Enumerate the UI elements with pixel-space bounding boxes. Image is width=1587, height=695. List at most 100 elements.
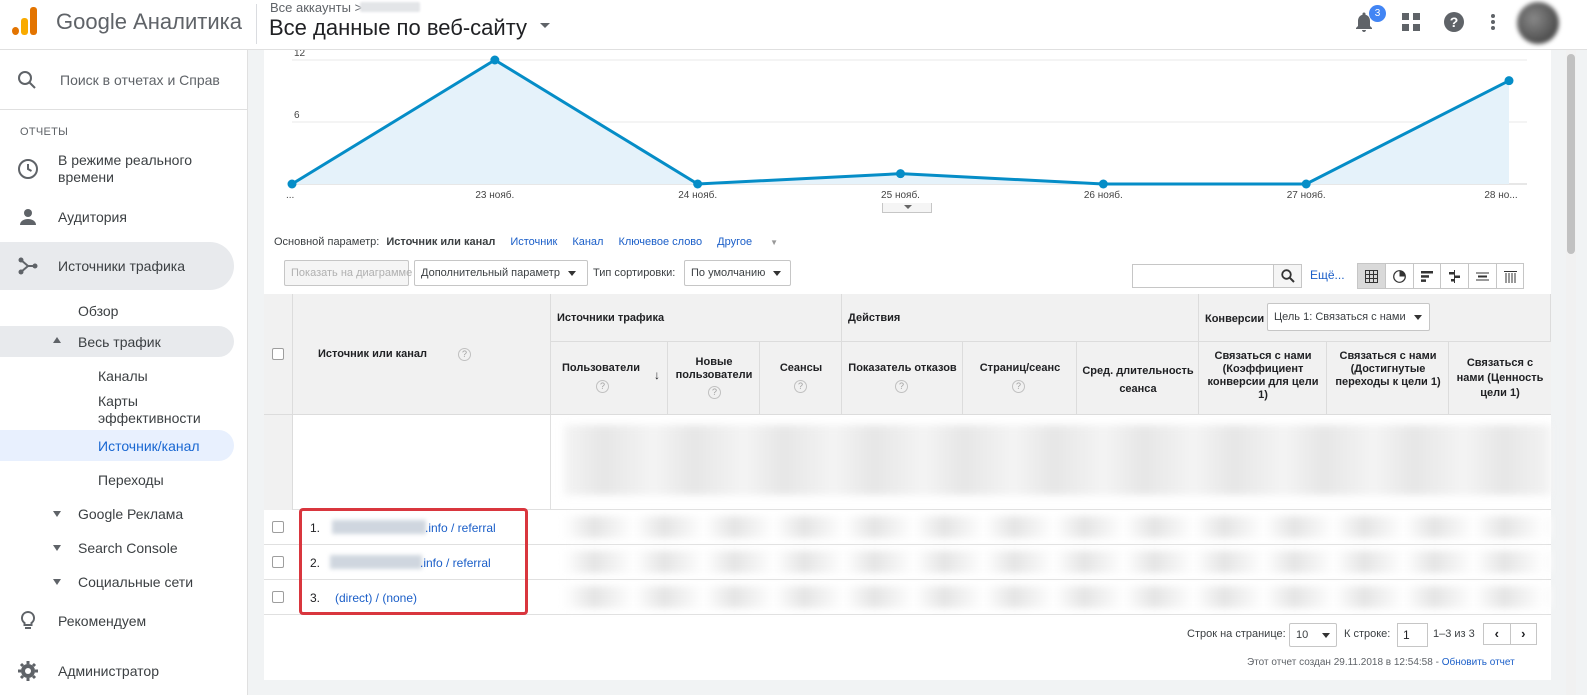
dimension-keyword[interactable]: Ключевое слово (618, 236, 702, 248)
row-metrics-redacted (564, 516, 1551, 538)
sort-down-arrow-icon: ↓ (654, 368, 660, 382)
header-label: Связаться с нами (Достигнутые переходы к… (1335, 350, 1441, 388)
help-icon[interactable]: ? (1012, 380, 1025, 393)
sidebar-item-overview[interactable]: Обзор (0, 296, 234, 326)
refresh-report-link[interactable]: Обновить отчет (1442, 657, 1515, 668)
totals-checkbox-cell (264, 415, 293, 510)
sidebar-item-channels[interactable]: Каналы (0, 362, 234, 390)
sidebar-item-social[interactable]: Социальные сети (0, 568, 234, 596)
goal-select[interactable]: Цель 1: Связаться с нами (1267, 303, 1430, 331)
select-all-checkbox[interactable] (272, 348, 284, 360)
gear-icon (17, 660, 39, 682)
performance-view-icon[interactable] (1414, 264, 1442, 288)
prev-page-icon[interactable]: ‹ (1484, 624, 1511, 644)
secondary-dimension-select[interactable]: Дополнительный параметр (414, 260, 588, 286)
header-label: Конверсии (1205, 313, 1265, 325)
header-label: Действия (848, 312, 901, 324)
avatar[interactable] (1517, 2, 1559, 44)
header-bounce-rate[interactable]: Показатель отказов ? (842, 342, 963, 415)
header-label: Связаться с нами (Ценность цели 1) (1456, 357, 1544, 399)
sidebar-item-source-medium[interactable]: Источник/канал (0, 430, 234, 461)
sidebar-item-realtime[interactable]: В режиме реального времени (0, 150, 234, 188)
header-goal-conversion-rate[interactable]: Связаться с нами (Коэффициент конверсии … (1199, 342, 1327, 415)
goto-row-label: К строке: (1344, 628, 1391, 640)
rows-per-page-value: 10 (1296, 629, 1309, 641)
goto-row-input[interactable]: 1 (1397, 623, 1428, 647)
row-checkbox[interactable] (272, 591, 284, 603)
dimension-medium[interactable]: Канал (572, 236, 603, 248)
header-label: Связаться с нами (Коэффициент конверсии … (1207, 350, 1319, 401)
chevron-down-icon (1322, 632, 1330, 638)
breadcrumb[interactable]: Все аккаунты > (270, 0, 362, 15)
chevron-down-icon[interactable] (540, 23, 550, 28)
header-avg-session-duration[interactable]: Сред. длительность сеанса (1077, 342, 1199, 415)
sidebar-item-audience[interactable]: Аудитория (0, 200, 234, 234)
header-label: Новые пользователи (675, 356, 753, 381)
sidebar-item-all-traffic[interactable]: Весь трафик (0, 326, 234, 357)
rows-per-page-select[interactable]: 10 (1289, 623, 1337, 647)
scrollbar-thumb[interactable] (1567, 54, 1575, 254)
next-page-icon[interactable]: › (1511, 624, 1537, 644)
y-tick-label: 12 (294, 50, 306, 59)
dimension-source[interactable]: Источник (510, 236, 557, 248)
header-group-acquisition: Источники трафика (551, 294, 842, 342)
header-users[interactable]: Пользователи ? ↓ (551, 342, 668, 415)
comparison-view-icon[interactable] (1441, 264, 1470, 288)
sidebar-item-treemaps[interactable]: Карты эффективности (0, 392, 234, 430)
brand-name[interactable]: Google Аналитика (56, 9, 242, 35)
sidebar-item-referrals[interactable]: Переходы (0, 466, 234, 494)
svg-text:?: ? (1450, 14, 1459, 30)
report-content: 6 12... 23 нояб. 24 нояб. 25 нояб. 26 нояб. 27… (264, 50, 1551, 680)
plot-rows-button[interactable]: Показать на диаграмме (284, 260, 412, 286)
help-icon[interactable]: ? (458, 348, 471, 361)
pie-view-icon[interactable] (1386, 264, 1414, 288)
filter-search-button[interactable] (1273, 264, 1302, 288)
help-icon[interactable]: ? (794, 380, 807, 393)
advanced-filter-link[interactable]: Ещё... (1310, 268, 1345, 282)
header-pages-per-session[interactable]: Страниц/сеанс ? (963, 342, 1077, 415)
sort-type-select[interactable]: По умолчанию (684, 260, 791, 286)
term-cloud-view-icon[interactable] (1469, 264, 1498, 288)
view-switcher (1357, 263, 1524, 289)
analytics-logo-icon[interactable] (12, 7, 38, 35)
header-sessions[interactable]: Сеансы ? (760, 342, 842, 415)
totals-label-cell (293, 415, 551, 510)
sidebar-item-google-ads[interactable]: Google Реклама (0, 500, 234, 528)
primary-dimension-label: Основной параметр: (274, 236, 380, 248)
table-filter-input[interactable] (1132, 264, 1275, 288)
header-label: Сред. длительность сеанса (1082, 365, 1194, 395)
dimension-other-dropdown[interactable]: Другое ▼ (717, 236, 793, 248)
header-goal-completions[interactable]: Связаться с нами (Достигнутые переходы к… (1327, 342, 1449, 415)
dimension-other-label: Другое (717, 236, 753, 248)
area-chart[interactable]: 6 12... 23 нояб. 24 нояб. 25 нояб. 26 нояб. 27… (264, 50, 1551, 220)
lightbulb-icon (17, 610, 39, 632)
person-icon (17, 206, 39, 228)
apps-grid-icon[interactable] (1399, 10, 1423, 34)
top-bar: Google Аналитика Все аккаунты > Все данн… (0, 0, 1587, 50)
chart-collapse-handle[interactable] (882, 203, 932, 213)
header-label: Страниц/сеанс (979, 362, 1061, 374)
pivot-view-icon[interactable] (1497, 264, 1523, 288)
page-scrollbar[interactable] (1566, 50, 1576, 695)
header-source-medium[interactable]: Источник или канал ? (293, 294, 551, 415)
sidebar-search[interactable]: Поиск в отчетах и Справк (0, 50, 248, 110)
notification-badge: 3 (1369, 5, 1386, 22)
table-view-icon[interactable] (1358, 264, 1386, 288)
sidebar-item-acquisition[interactable]: Источники трафика (0, 242, 234, 290)
help-icon[interactable]: ? (596, 380, 609, 393)
help-icon[interactable]: ? (708, 386, 721, 399)
row-checkbox[interactable] (272, 521, 284, 533)
sidebar-item-search-console[interactable]: Search Console (0, 534, 234, 562)
row-checkbox[interactable] (272, 556, 284, 568)
sidebar-item-discover[interactable]: Рекомендуем (0, 606, 234, 636)
view-selector[interactable]: Все данные по веб-сайту (269, 15, 527, 41)
primary-dimension-bar: Основной параметр: Источник или канал Ис… (274, 236, 808, 248)
help-icon[interactable]: ? (1442, 10, 1466, 34)
more-vert-icon[interactable] (1481, 10, 1505, 34)
header-new-users[interactable]: Новые пользователи ? (668, 342, 760, 415)
sidebar-item-admin[interactable]: Администратор (0, 656, 234, 686)
sort-type-label: Тип сортировки: (593, 267, 676, 279)
help-icon[interactable]: ? (895, 380, 908, 393)
search-input[interactable]: Поиск в отчетах и Справк (60, 72, 220, 88)
header-goal-value[interactable]: Связаться с нами (Ценность цели 1) (1449, 342, 1551, 415)
